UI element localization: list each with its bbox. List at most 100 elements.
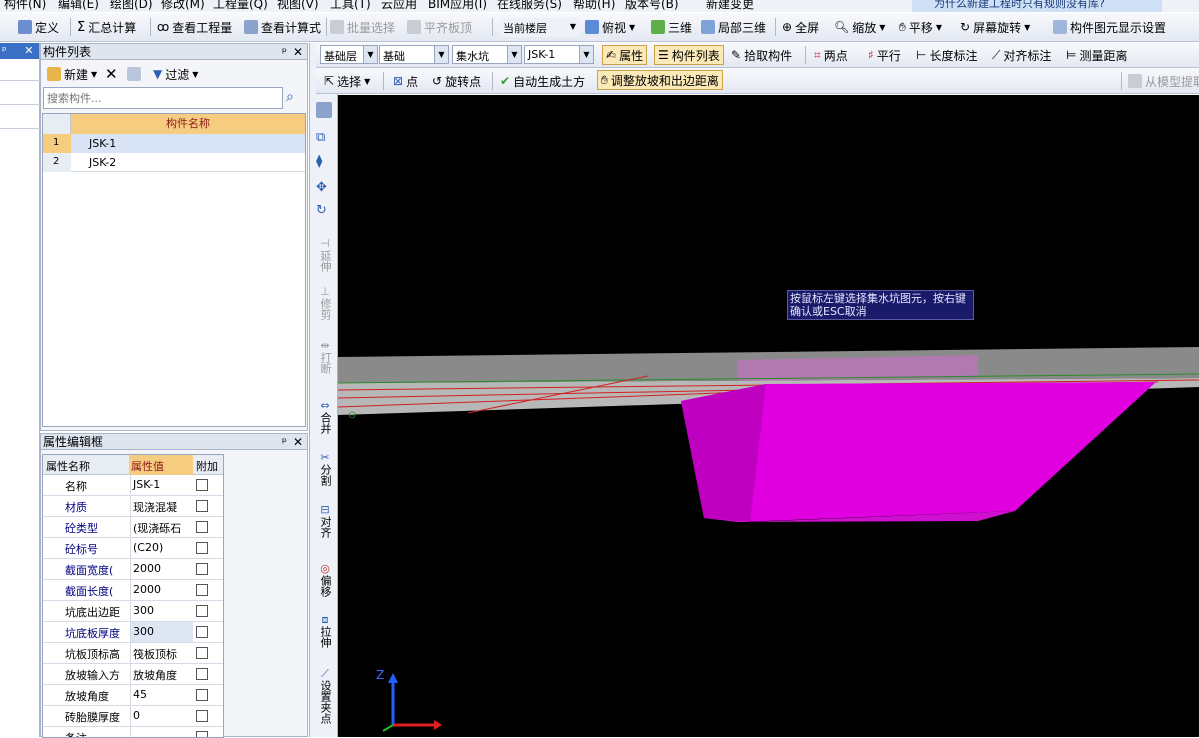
new-component-button[interactable]: 新建 ▼ [47, 64, 97, 84]
menu-tools[interactable]: 工具(T) [330, 0, 371, 12]
property-value[interactable]: 2000 [130, 559, 193, 579]
menu-component[interactable]: 构件(N) [4, 0, 46, 12]
point-button[interactable]: ⊠ 点 [393, 71, 418, 91]
property-value[interactable]: 45 [130, 685, 193, 705]
property-row[interactable]: 材质 现浇混凝 [43, 496, 223, 517]
filter-button[interactable]: ▼ 过滤 ▼ [153, 64, 198, 84]
menu-draw[interactable]: 绘图(D) [110, 0, 153, 12]
copy-button[interactable] [127, 64, 141, 84]
property-row[interactable]: 坑底板厚度 300 [43, 622, 223, 643]
menu-new-change[interactable]: 新建变更 [706, 0, 754, 12]
view-formula-button[interactable]: 查看计算式 [244, 17, 321, 37]
close-icon[interactable]: ✕ [293, 434, 303, 450]
property-row[interactable]: 截面宽度(2000 [43, 559, 223, 580]
property-row[interactable]: 备注 [43, 727, 223, 737]
extra-checkbox[interactable] [196, 500, 208, 512]
copy-icon[interactable]: ⧉ [316, 130, 325, 145]
menu-edit[interactable]: 编辑(E) [58, 0, 99, 12]
grip-tool[interactable]: ⟋ 设置夹点 [314, 668, 336, 725]
extra-checkbox[interactable] [196, 584, 208, 596]
property-row[interactable]: 砼标号 (C20) [43, 538, 223, 559]
current-floor-select[interactable]: 当前楼层 ▼ [500, 18, 580, 37]
property-value[interactable]: (C20) [130, 538, 193, 558]
sum-button[interactable]: Σ 汇总计算 [77, 17, 136, 37]
extra-checkbox[interactable] [196, 521, 208, 533]
stretch-tool[interactable]: ⧈ 拉伸 [314, 614, 336, 649]
extra-checkbox[interactable] [196, 479, 208, 491]
top-view-button[interactable]: 俯视 ▼ [585, 17, 635, 37]
3d-button[interactable]: 三维 [651, 17, 692, 37]
two-point-button[interactable]: ⌗ 两点 [814, 45, 848, 65]
type-select[interactable]: 集水坑 ▼ [452, 45, 522, 64]
menu-help[interactable]: 帮助(H) [573, 0, 615, 12]
search-icon[interactable]: ⌕ [286, 89, 294, 105]
align-dimension-button[interactable]: ⟋ 对齐标注 [992, 45, 1051, 65]
local-3d-button[interactable]: 局部三维 [701, 17, 766, 37]
pin-icon[interactable]: ᵖ [282, 44, 287, 60]
menu-modify[interactable]: 修改(M) [161, 0, 205, 12]
extract-from-model-button[interactable]: 从模型提取 [1128, 71, 1199, 91]
category-select[interactable]: 基础 ▼ [379, 45, 449, 64]
component-search-input[interactable] [43, 87, 283, 109]
trim-tool[interactable]: ⊥ 修剪 [314, 286, 336, 321]
pin-icon[interactable]: ᵖ [2, 44, 7, 57]
table-row[interactable]: 2 JSK-2 [43, 153, 305, 172]
auto-earthwork-button[interactable]: ✔ 自动生成土方 [500, 71, 585, 91]
help-banner[interactable]: 为什么新建工程时只有规则没有库? [912, 0, 1162, 12]
pick-component-button[interactable]: ✎ 拾取构件 [731, 45, 792, 65]
property-value[interactable]: 2000 [130, 580, 193, 600]
extend-tool[interactable]: ⊣ 延伸 [314, 238, 336, 273]
viewport-3d[interactable]: ⊖ Z 按鼠标左键选择集水坑图元，按右键确认或ESC取消 [338, 95, 1199, 737]
menu-bim[interactable]: BIM应用(I) [428, 0, 487, 12]
property-row[interactable]: 坑底出边距 300 [43, 601, 223, 622]
draw-icon[interactable] [316, 102, 332, 118]
property-row[interactable]: 截面长度(2000 [43, 580, 223, 601]
delete-button[interactable]: ✕ [105, 64, 118, 84]
close-icon[interactable]: ✕ [293, 44, 303, 60]
screen-rotate-button[interactable]: ↻ 屏幕旋转 ▼ [960, 17, 1030, 37]
extra-checkbox[interactable] [196, 668, 208, 680]
attribute-button[interactable]: ✍︎ 属性 [602, 45, 648, 65]
display-settings-button[interactable]: 构件图元显示设置 [1053, 17, 1166, 37]
property-row[interactable]: 砖胎膜厚度 0 [43, 706, 223, 727]
property-value[interactable]: 300 [130, 622, 193, 642]
property-row[interactable]: 坑板顶标高 筏板顶标 [43, 643, 223, 664]
extra-checkbox[interactable] [196, 563, 208, 575]
zoom-button[interactable]: 🔍︎ 缩放 ▼ [834, 17, 885, 37]
parallel-button[interactable]: ♯ 平行 [868, 45, 901, 65]
batch-select-button[interactable]: 批量选择 [330, 17, 395, 37]
property-value[interactable]: (现浇砾石 [130, 517, 193, 537]
break-tool[interactable]: ⇹ 打断 [314, 340, 336, 375]
property-value[interactable]: 0 [130, 706, 193, 726]
rotate-point-button[interactable]: ↺ 旋转点 [432, 71, 481, 91]
measure-distance-button[interactable]: ⊨ 测量距离 [1066, 45, 1127, 65]
rotate-icon[interactable]: ↻ [316, 203, 327, 218]
merge-tool[interactable]: ⇔ 合并 [314, 400, 336, 435]
view-quantity-button[interactable]: ꝏ 查看工程量 [157, 17, 232, 37]
extra-checkbox[interactable] [196, 689, 208, 701]
align-tool[interactable]: ⊟ 对齐 [314, 504, 336, 539]
column-header-name[interactable]: 构件名称 [71, 114, 305, 134]
menu-cloud[interactable]: 云应用 [381, 0, 417, 12]
property-row[interactable]: 砼类型 (现浇砾石 [43, 517, 223, 538]
flat-top-button[interactable]: 平齐板顶 [407, 17, 472, 37]
extra-checkbox[interactable] [196, 710, 208, 722]
move-icon[interactable]: ✥ [316, 180, 327, 195]
menu-quantity[interactable]: 工程量(Q) [213, 0, 268, 12]
define-button[interactable]: 定义 [18, 17, 59, 37]
property-value[interactable] [130, 727, 193, 737]
split-tool[interactable]: ✂ 分割 [314, 452, 336, 487]
property-value[interactable]: 现浇混凝 [130, 496, 193, 516]
menu-version[interactable]: 版本号(B) [625, 0, 679, 12]
pan-button[interactable]: ✋︎ 平移 ▼ [899, 17, 942, 37]
pin-icon[interactable]: ᵖ [282, 434, 287, 450]
property-value[interactable]: 300 [130, 601, 193, 621]
property-value[interactable]: 放坡角度 [130, 664, 193, 684]
extra-checkbox[interactable] [196, 542, 208, 554]
property-row[interactable]: 放坡输入方 放坡角度 [43, 664, 223, 685]
fullscreen-button[interactable]: ⊕ 全屏 [782, 17, 819, 37]
floor-select[interactable]: 基础层 ▼ [320, 45, 378, 64]
property-row[interactable]: 放坡角度 45 [43, 685, 223, 706]
extra-checkbox[interactable] [196, 605, 208, 617]
mirror-icon[interactable]: ⧫ [316, 154, 322, 169]
